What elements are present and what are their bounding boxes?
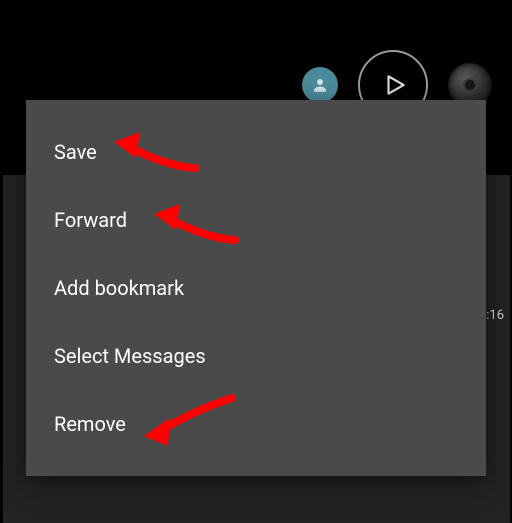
context-menu: Save Forward Add bookmark Select Message… (26, 100, 486, 476)
menu-item-label: Add bookmark (54, 276, 184, 300)
menu-item-label: Save (54, 140, 97, 164)
menu-item-add-bookmark[interactable]: Add bookmark (26, 254, 486, 322)
play-icon (382, 72, 408, 98)
person-icon (311, 76, 329, 94)
menu-item-save[interactable]: Save (26, 118, 486, 186)
menu-item-forward[interactable]: Forward (26, 186, 486, 254)
menu-item-select-messages[interactable]: Select Messages (26, 322, 486, 390)
menu-item-label: Select Messages (54, 344, 206, 368)
audio-timestamp: :16 (486, 308, 504, 323)
menu-item-label: Forward (54, 208, 127, 232)
avatar-badge[interactable] (302, 67, 338, 103)
menu-item-remove[interactable]: Remove (26, 390, 486, 458)
menu-item-label: Remove (54, 412, 126, 436)
